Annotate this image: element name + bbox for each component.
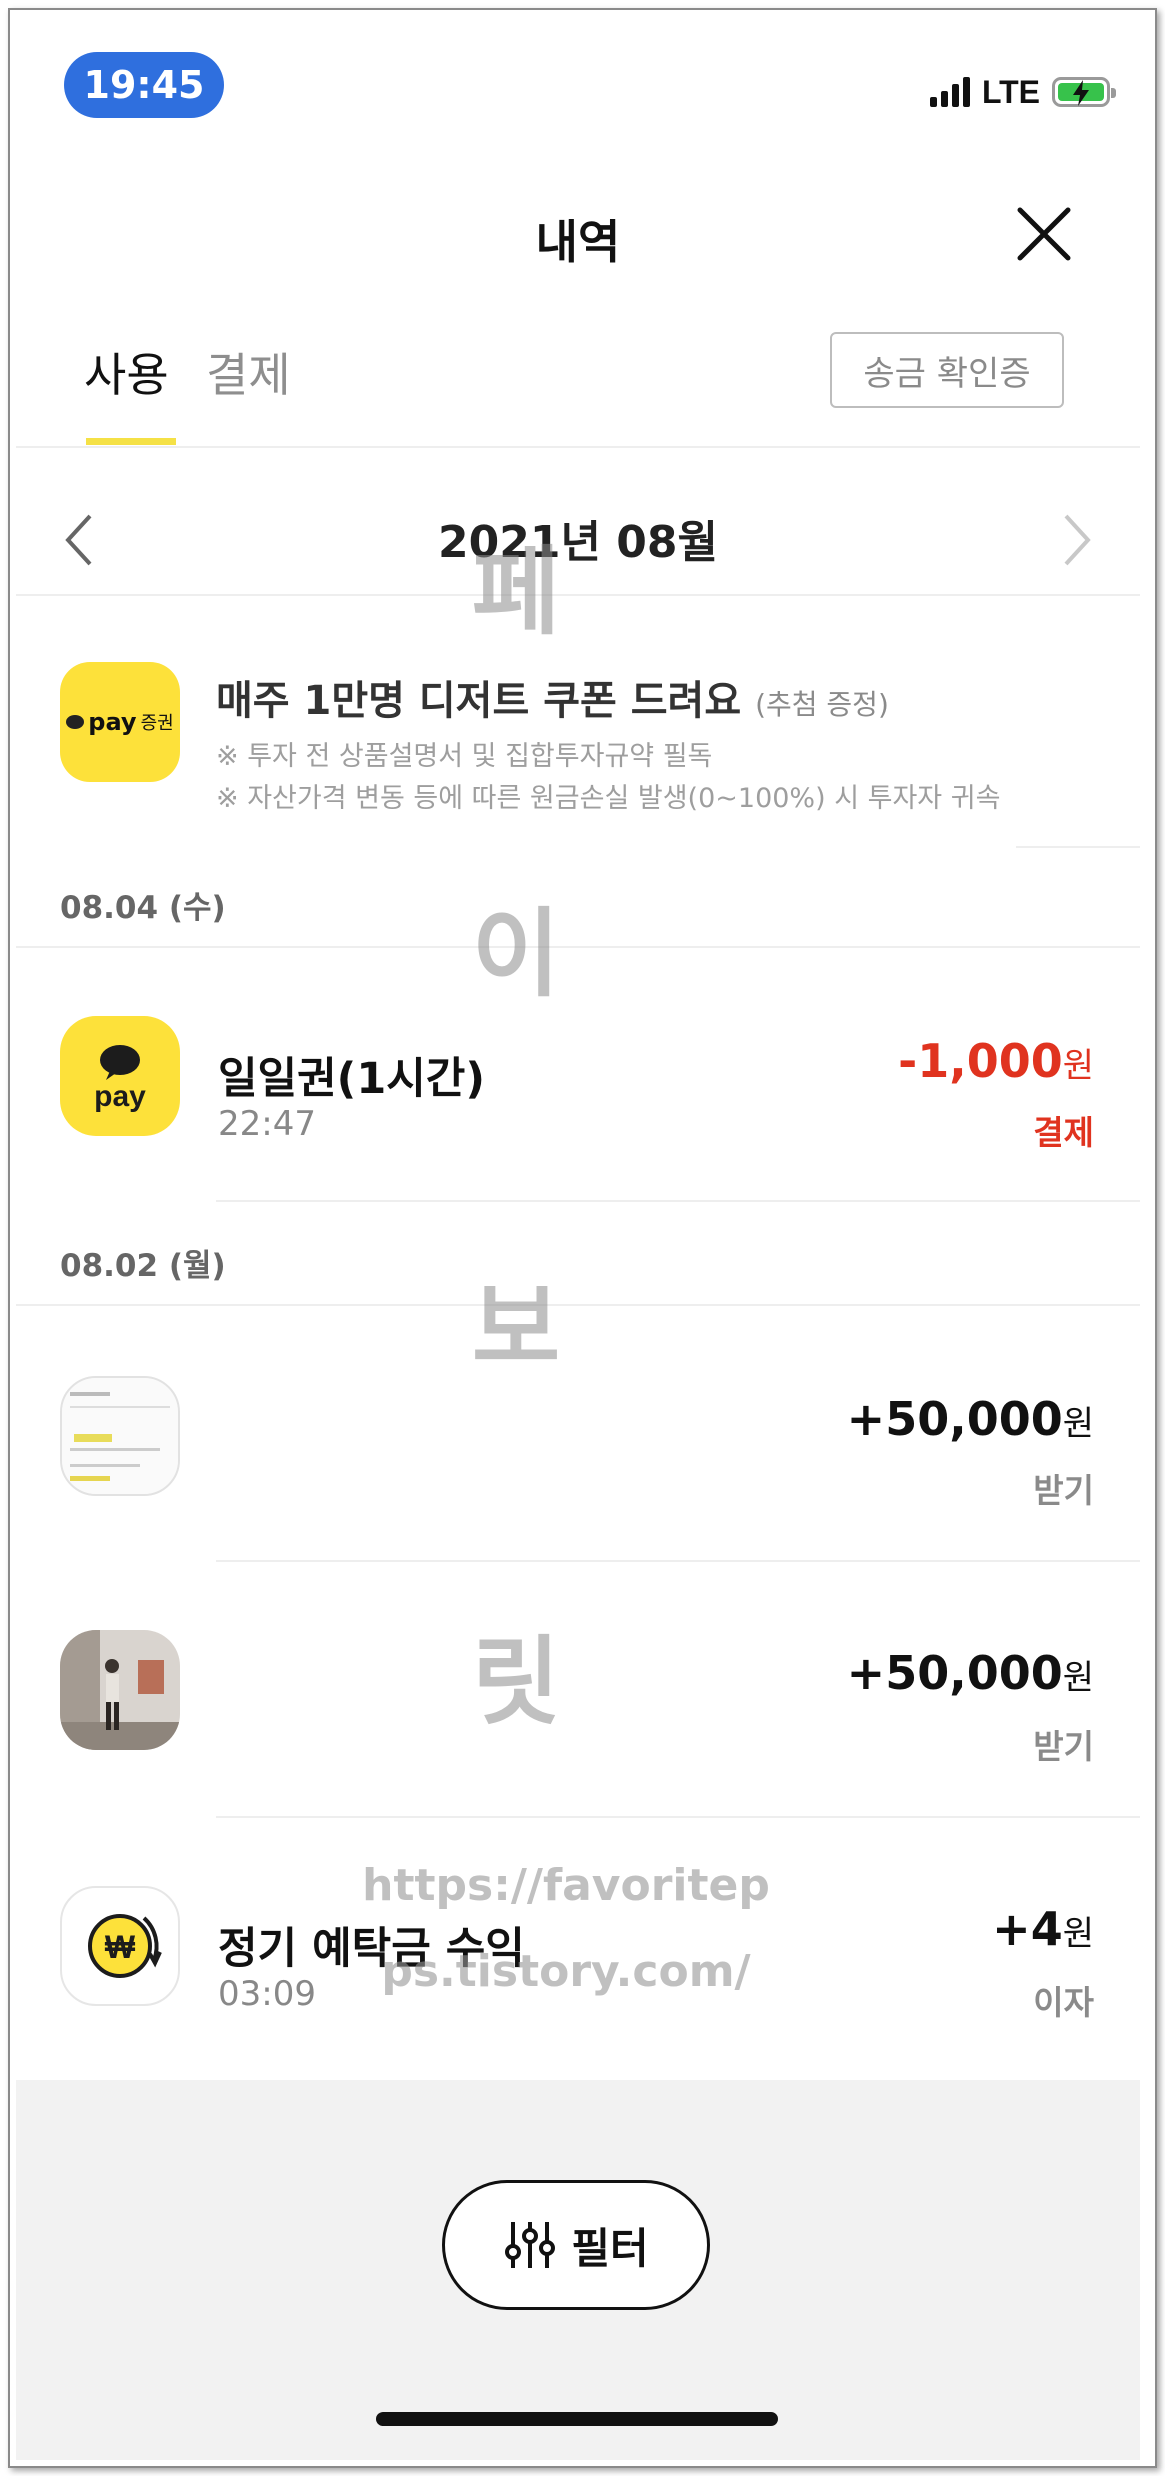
watermark-char: 이 <box>471 898 561 1010</box>
remit-certificate-button[interactable]: 송금 확인증 <box>830 332 1064 408</box>
network-label: LTE <box>981 73 1040 110</box>
banner-disclaimer-2: ※ 자산가격 변동 등에 따른 원금손실 발생(0~100%) 시 투자자 귀속 <box>216 783 1001 814</box>
watermark-url: ps.tistory.com/ <box>381 1946 751 1997</box>
date-header: 08.02 (월) <box>60 1248 226 1284</box>
status-time: 19:45 <box>64 52 224 118</box>
svg-text:pay: pay <box>94 1080 146 1113</box>
transaction-type: 이자 <box>1033 1983 1094 2022</box>
signal-icon <box>929 77 970 107</box>
transaction-amount: +50,000원 <box>846 1392 1094 1446</box>
watermark-url: https://favoritep <box>362 1860 770 1911</box>
transaction-time: 03:09 <box>218 1974 316 2014</box>
page-title: 내역 <box>535 215 621 269</box>
battery-icon <box>1052 77 1116 107</box>
chevron-right-icon[interactable] <box>1062 512 1094 568</box>
banner-title[interactable]: 매주 1만명 디저트 쿠폰 드려요 (추첨 증정) <box>216 668 889 726</box>
profile-photo <box>60 1376 180 1496</box>
tab-payment[interactable]: 결제 <box>206 339 291 405</box>
kakaopay-icon: pay <box>60 1016 180 1136</box>
divider <box>1016 846 1140 848</box>
transaction-amount: -1,000원 <box>898 1034 1094 1088</box>
watermark-char: 보 <box>471 1272 561 1384</box>
profile-photo <box>60 1630 180 1750</box>
filter-label: 필터 <box>571 2223 649 2273</box>
transaction-type: 받기 <box>1033 1727 1094 1766</box>
tab-usage[interactable]: 사용 <box>84 339 169 405</box>
banner-disclaimer-1: ※ 투자 전 상품설명서 및 집합투자규약 필독 <box>216 741 713 772</box>
watermark-char: 릿 <box>471 1626 561 1738</box>
transaction-time: 22:47 <box>218 1104 316 1144</box>
app-screen: 19:45 LTE 내역 사용 결제 송금 확인증 2021년 08월 pay 증… <box>16 14 1140 2460</box>
transaction-title: 일일권(1시간) <box>218 1054 486 1104</box>
kakaopay-securities-logo[interactable]: pay 증권 <box>60 662 180 782</box>
svg-text:₩: ₩ <box>105 1929 136 1965</box>
watermark-char: 페 <box>471 536 561 648</box>
transaction-type: 결제 <box>1033 1113 1094 1152</box>
status-indicators: LTE <box>929 72 1116 112</box>
date-header: 08.04 (수) <box>60 890 226 926</box>
filter-button[interactable]: 필터 <box>442 2180 710 2310</box>
home-indicator <box>376 2412 778 2426</box>
divider <box>216 1560 1140 1562</box>
close-icon[interactable] <box>1014 204 1074 264</box>
transaction-amount: +4원 <box>992 1902 1094 1956</box>
divider <box>216 1816 1140 1818</box>
won-coin-icon: ₩ <box>60 1886 180 2006</box>
filter-icon <box>505 2222 556 2268</box>
divider <box>16 446 1140 448</box>
divider <box>216 1200 1140 1202</box>
transaction-type: 받기 <box>1033 1471 1094 1510</box>
active-tab-indicator <box>86 438 176 445</box>
transaction-amount: +50,000원 <box>846 1646 1094 1700</box>
